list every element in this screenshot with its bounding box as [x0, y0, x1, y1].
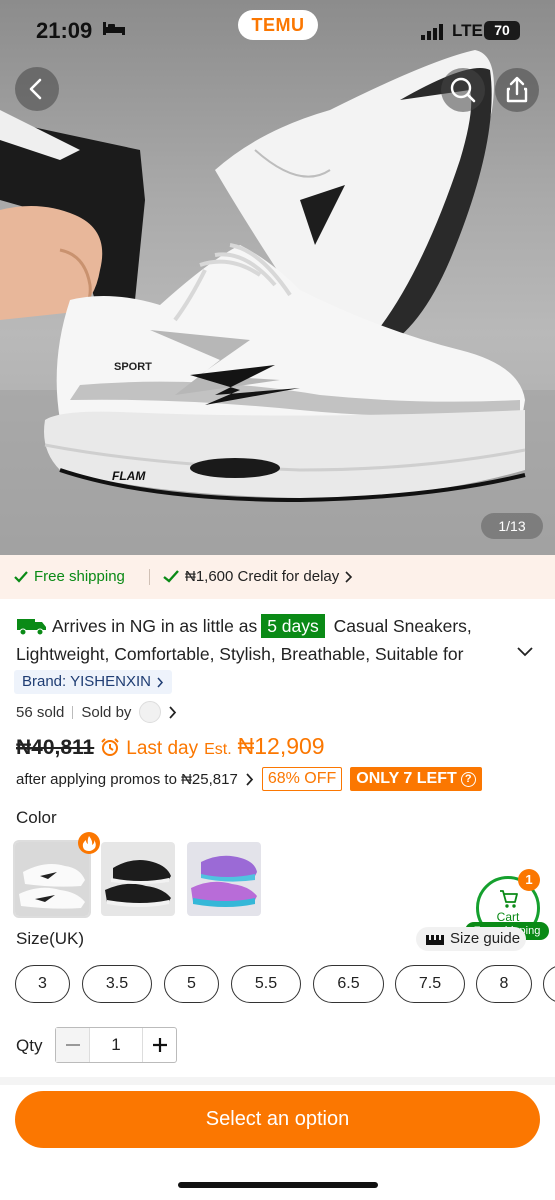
chevron-right-icon — [246, 772, 253, 786]
search-button[interactable] — [441, 68, 485, 112]
alarm-clock-icon — [101, 738, 119, 756]
size-guide-label: Size guide — [450, 930, 521, 947]
quantity-label: Qty — [16, 1036, 43, 1055]
ruler-icon — [426, 935, 444, 945]
delay-credit-label: ₦1,600 Credit for delay — [185, 568, 340, 585]
search-icon — [450, 77, 476, 103]
back-button[interactable] — [15, 67, 59, 111]
size-option[interactable]: 3 — [15, 965, 70, 1003]
original-price: ₦40,811 — [16, 736, 95, 759]
delivery-days-badge: 5 days — [261, 614, 325, 638]
quantity-value[interactable]: 1 — [90, 1028, 142, 1062]
color-swatch-black[interactable] — [101, 842, 175, 916]
last-day-label: Last day — [126, 738, 199, 759]
product-title[interactable]: Arrives in NG in as little as 5 days Casu… — [16, 612, 516, 668]
black-sneaker-thumbnail — [105, 860, 171, 907]
sleep-bed-icon — [103, 22, 125, 35]
minus-icon — [66, 1044, 80, 1046]
color-label: Color — [16, 808, 57, 827]
sold-by-label: Sold by — [81, 703, 132, 721]
chevron-right-icon — [345, 570, 353, 583]
title-line-2: Lightweight, Comfortable, Stylish, Breat… — [16, 644, 464, 664]
size-option[interactable]: 5 — [164, 965, 219, 1003]
image-counter: 1/13 — [481, 513, 543, 539]
promo-row[interactable]: after applying promos to ₦25,817 68% OFF… — [16, 767, 482, 791]
stock-badge-label: ONLY 7 LEFT — [356, 770, 457, 787]
price-row: ₦40,811 Last day Est. ₦12,909 — [16, 733, 325, 761]
chevron-right-icon — [169, 705, 177, 719]
stock-badge[interactable]: ONLY 7 LEFT? — [350, 767, 482, 791]
store-logo[interactable] — [139, 701, 162, 723]
brand-label: Brand: YISHENXIN — [22, 673, 151, 690]
discount-badge: 68% OFF — [261, 767, 343, 791]
free-shipping-info[interactable]: Free shipping — [14, 568, 125, 585]
purple-sneaker-thumbnail — [191, 855, 257, 907]
divider — [72, 705, 74, 719]
svg-text:SPORT: SPORT — [114, 361, 152, 373]
sold-row[interactable]: 56 sold Sold by — [16, 701, 177, 723]
size-option[interactable]: 3.5 — [82, 965, 152, 1003]
home-indicator[interactable] — [178, 1182, 378, 1188]
status-time: 21:09 — [36, 18, 93, 43]
sale-price: ₦12,909 — [237, 733, 325, 759]
title-line-1: Casual Sneakers, — [333, 616, 472, 636]
color-swatch-purple[interactable] — [187, 842, 261, 916]
section-divider — [0, 1077, 555, 1085]
help-icon: ? — [460, 771, 476, 787]
sold-count: 56 sold — [16, 703, 65, 721]
check-icon — [14, 570, 28, 583]
arrives-text: Arrives in NG in as little as — [52, 616, 258, 636]
product-image[interactable]: SPORT FLAM 21:09 TEMU LTE 70 1/13 — [0, 0, 555, 555]
size-guide-button[interactable]: Size guide — [416, 927, 527, 951]
size-option[interactable]: 7.5 — [395, 965, 465, 1003]
hot-flame-icon — [78, 832, 100, 854]
delivery-truck-icon — [17, 619, 46, 636]
chevron-left-icon — [29, 78, 42, 100]
plus-icon — [153, 1038, 167, 1052]
status-bar: 21:09 TEMU LTE 70 — [0, 0, 555, 60]
select-option-button[interactable]: Select an option — [15, 1091, 540, 1148]
signal-icon — [421, 24, 443, 40]
delay-credit-info[interactable]: ₦1,600 Credit for delay — [163, 568, 353, 585]
product-page: SPORT FLAM 21:09 TEMU LTE 70 1/13 Free s… — [0, 0, 555, 1200]
divider — [149, 569, 150, 585]
brand-tag[interactable]: Brand: YISHENXIN — [14, 670, 172, 694]
size-option[interactable]: 5.5 — [231, 965, 301, 1003]
size-option[interactable]: 8 — [476, 965, 532, 1003]
size-option[interactable]: 6.5 — [313, 965, 384, 1003]
chevron-right-icon — [157, 677, 163, 687]
free-shipping-label: Free shipping — [34, 568, 125, 585]
check-icon — [163, 570, 179, 583]
share-icon — [506, 76, 528, 103]
svg-text:FLAM: FLAM — [112, 469, 146, 483]
quantity-stepper: 1 — [55, 1027, 177, 1063]
cart-count-badge: 1 — [518, 869, 540, 891]
decrease-quantity-button[interactable] — [56, 1028, 90, 1062]
shipping-bar[interactable]: Free shipping ₦1,600 Credit for delay — [0, 555, 555, 599]
share-button[interactable] — [495, 68, 539, 112]
size-label: Size(UK) — [16, 929, 85, 948]
size-option-partial[interactable] — [543, 965, 555, 1003]
expand-chevron-down-icon[interactable] — [516, 646, 534, 658]
estimated-label: Est. — [204, 741, 232, 758]
network-label: LTE — [452, 21, 483, 40]
promo-text: after applying promos to ₦25,817 — [16, 770, 238, 788]
battery-icon: 70 — [484, 21, 520, 40]
app-name-pill[interactable]: TEMU — [238, 10, 318, 40]
increase-quantity-button[interactable] — [142, 1028, 176, 1062]
